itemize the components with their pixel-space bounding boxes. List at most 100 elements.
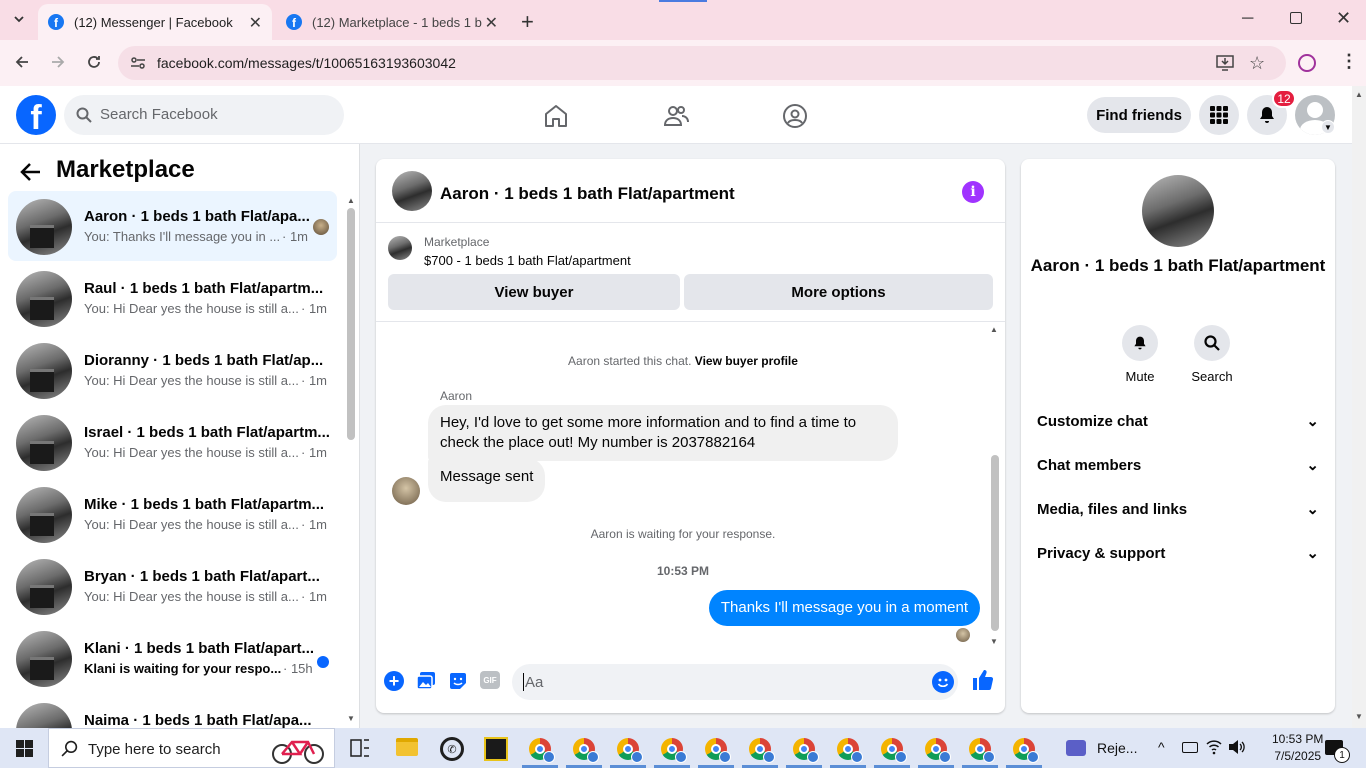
wifi-icon[interactable] <box>1206 739 1222 755</box>
info-icon[interactable]: i <box>962 181 984 203</box>
tab-messenger[interactable]: f (12) Messenger | Facebook ✕ <box>38 4 272 40</box>
scroll-up-icon[interactable]: ▲ <box>347 196 355 205</box>
site-info-icon[interactable] <box>130 56 146 70</box>
new-tab-icon[interactable]: + <box>521 9 534 35</box>
message-composer: + GIF Aa <box>376 653 1005 713</box>
home-icon[interactable] <box>543 103 569 129</box>
facebook-search-input[interactable]: Search Facebook <box>64 95 344 135</box>
close-window-icon[interactable]: ✕ <box>1336 8 1351 29</box>
scroll-down-icon[interactable]: ▼ <box>347 714 355 723</box>
restore-icon[interactable] <box>1290 12 1302 24</box>
conversation-item[interactable]: Klani · 1 beds 1 bath Flat/apart... Klani… <box>8 623 337 693</box>
show-hidden-icons-icon[interactable]: ^ <box>1158 739 1165 755</box>
close-tab-icon[interactable]: ✕ <box>249 13 262 33</box>
profile-icon[interactable] <box>1298 54 1316 72</box>
search-in-chat-button[interactable]: Search <box>1182 325 1242 384</box>
facebook-logo-icon[interactable]: f <box>16 95 56 135</box>
system-clock[interactable]: 10:53 PM 7/5/2025 <box>1272 731 1323 765</box>
action-center-badge: 1 <box>1334 747 1350 763</box>
conversation-item[interactable]: Aaron · 1 beds 1 bath Flat/apa... You: Th… <box>8 191 337 261</box>
media-files-links-section[interactable]: Media, files and links ⌄ <box>1037 487 1319 531</box>
view-buyer-button[interactable]: View buyer <box>388 274 680 310</box>
sender-avatar[interactable] <box>392 477 420 505</box>
conversation-item[interactable]: Bryan · 1 beds 1 bath Flat/apart... You: … <box>8 551 337 621</box>
groups-icon[interactable] <box>782 103 808 129</box>
bookmark-star-icon[interactable]: ☆ <box>1249 53 1265 74</box>
sticker-icon[interactable] <box>448 671 468 691</box>
chrome-icon[interactable] <box>881 738 907 763</box>
chrome-icon[interactable] <box>529 738 555 763</box>
conversation-item[interactable]: Mike · 1 beds 1 bath Flat/apartm... You: … <box>8 479 337 549</box>
forward-icon[interactable] <box>50 54 66 70</box>
task-view-icon[interactable] <box>350 739 370 757</box>
page-scroll-up-icon[interactable]: ▲ <box>1355 90 1363 99</box>
taskbar-search-box[interactable]: Type here to search <box>48 728 335 768</box>
video-app-icon[interactable] <box>1066 740 1086 756</box>
battery-icon[interactable] <box>1182 742 1198 753</box>
chat-scroll-down-icon[interactable]: ▼ <box>990 637 998 646</box>
incoming-message-bubble[interactable]: Hey, I'd love to get some more informati… <box>428 405 898 461</box>
listing-title[interactable]: $700 - 1 beds 1 bath Flat/apartment <box>424 253 631 268</box>
back-icon[interactable] <box>14 54 30 70</box>
add-attachment-icon[interactable]: + <box>384 671 404 691</box>
chat-scrollbar[interactable] <box>991 455 999 631</box>
windows-start-icon[interactable] <box>16 740 33 757</box>
chrome-icon[interactable] <box>1013 738 1039 763</box>
marketplace-listing-card: Marketplace $700 - 1 beds 1 bath Flat/ap… <box>376 224 1005 322</box>
whatsapp-icon[interactable]: ✆ <box>440 737 464 761</box>
reload-icon[interactable] <box>86 54 102 70</box>
conversation-item[interactable]: Israel · 1 beds 1 bath Flat/apartm... You… <box>8 407 337 477</box>
chrome-icon[interactable] <box>661 738 687 763</box>
mute-button[interactable]: Mute <box>1110 325 1170 384</box>
chrome-icon[interactable] <box>793 738 819 763</box>
tab-search-icon[interactable] <box>12 12 26 26</box>
listing-thumbnail[interactable] <box>388 236 412 260</box>
volume-icon[interactable] <box>1228 739 1246 755</box>
outgoing-message-bubble[interactable]: Thanks I'll message you in a moment <box>708 590 980 626</box>
conversation-time: · 1m <box>301 517 327 532</box>
chat-members-section[interactable]: Chat members ⌄ <box>1037 443 1319 487</box>
chrome-icon[interactable] <box>573 738 599 763</box>
chat-title[interactable]: Aaron · 1 beds 1 bath Flat/apartment <box>440 184 735 204</box>
file-explorer-icon[interactable] <box>396 738 418 756</box>
sidebar-scrollbar[interactable] <box>347 208 355 440</box>
tab-marketplace[interactable]: f (12) Marketplace - 1 beds 1 bat ✕ <box>276 4 508 40</box>
info-avatar[interactable] <box>1142 175 1214 247</box>
gif-icon[interactable]: GIF <box>480 671 500 689</box>
address-bar[interactable]: facebook.com/messages/t/1006516319360304… <box>118 46 1286 80</box>
browser-menu-icon[interactable]: ⋮ <box>1340 51 1358 72</box>
more-options-button[interactable]: More options <box>684 274 993 310</box>
minimize-icon[interactable]: ─ <box>1242 10 1253 28</box>
chat-avatar[interactable] <box>392 171 432 211</box>
messenger-page: Marketplace Aaron · 1 beds 1 bath Flat/a… <box>0 144 1352 759</box>
close-tab-icon[interactable]: ✕ <box>485 13 498 33</box>
chrome-icon[interactable] <box>969 738 995 763</box>
conversation-item[interactable]: Raul · 1 beds 1 bath Flat/apartm... You: … <box>8 263 337 333</box>
taskbar-app-label[interactable]: Reje... <box>1097 740 1137 756</box>
customize-chat-section[interactable]: Customize chat ⌄ <box>1037 399 1319 443</box>
photo-icon[interactable] <box>416 671 436 691</box>
install-app-icon[interactable] <box>1216 55 1234 71</box>
back-arrow-icon[interactable] <box>20 162 42 182</box>
account-chevron-icon[interactable]: ▼ <box>1321 120 1335 134</box>
page-scroll-down-icon[interactable]: ▼ <box>1355 712 1363 721</box>
friends-icon[interactable] <box>663 103 689 129</box>
message-input[interactable]: Aa <box>512 664 958 700</box>
chrome-icon[interactable] <box>749 738 775 763</box>
chrome-icon[interactable] <box>837 738 863 763</box>
like-thumb-icon[interactable] <box>972 669 994 691</box>
sender-name: Aaron <box>440 389 473 403</box>
sticky-app-icon[interactable] <box>484 737 508 761</box>
view-buyer-profile-link[interactable]: View buyer profile <box>695 354 798 368</box>
emoji-icon[interactable] <box>932 671 954 693</box>
chrome-icon[interactable] <box>705 738 731 763</box>
conversation-item[interactable]: Dioranny · 1 beds 1 bath Flat/ap... You: … <box>8 335 337 405</box>
message-sent-bubble[interactable]: Message sent <box>428 458 546 502</box>
find-friends-button[interactable]: Find friends <box>1087 97 1191 133</box>
chrome-icon[interactable] <box>925 738 951 763</box>
chrome-icon[interactable] <box>617 738 643 763</box>
page-scrollbar[interactable]: ▲ ▼ <box>1352 86 1366 728</box>
privacy-support-section[interactable]: Privacy & support ⌄ <box>1037 531 1319 575</box>
menu-grid-icon[interactable] <box>1199 95 1239 135</box>
chat-scroll-up-icon[interactable]: ▲ <box>990 325 998 334</box>
